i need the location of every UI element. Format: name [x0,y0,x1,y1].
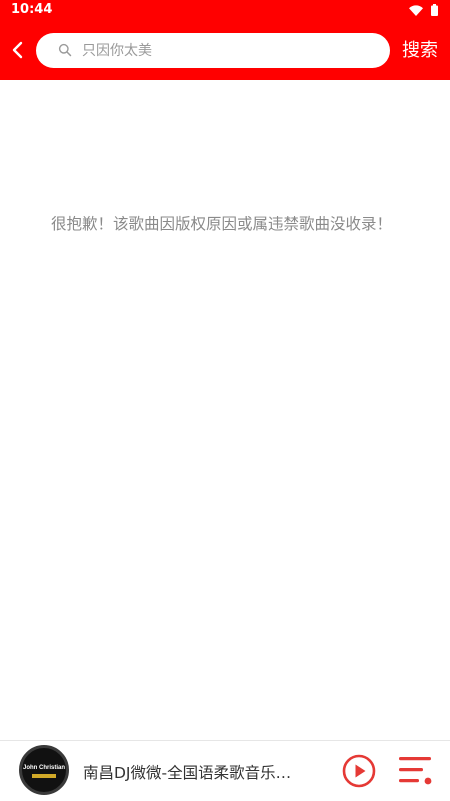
status-bar: 10:44 [0,0,450,20]
mini-player[interactable]: John Christian 南昌DJ微微-全国语柔歌音乐… [0,740,450,801]
top-bar: 搜索 [0,20,450,80]
status-icons [409,4,438,16]
battery-icon [431,4,438,16]
search-input[interactable] [82,33,372,68]
album-art[interactable]: John Christian [19,745,69,795]
search-icon [58,43,72,57]
empty-state-message: 很抱歉！该歌曲因版权原因或属违禁歌曲没收录！ [50,215,392,233]
album-art-stripe [32,774,56,778]
wifi-icon [409,4,423,16]
album-art-text: John Christian [22,765,65,771]
status-time: 10:44 [11,2,53,17]
play-circle-icon[interactable] [342,754,376,788]
search-box[interactable] [36,33,390,68]
search-button[interactable]: 搜索 [402,40,438,62]
playlist-icon[interactable] [397,753,435,787]
now-playing-title[interactable]: 南昌DJ微微-全国语柔歌音乐… [83,761,313,783]
back-chevron-icon[interactable] [6,38,30,62]
